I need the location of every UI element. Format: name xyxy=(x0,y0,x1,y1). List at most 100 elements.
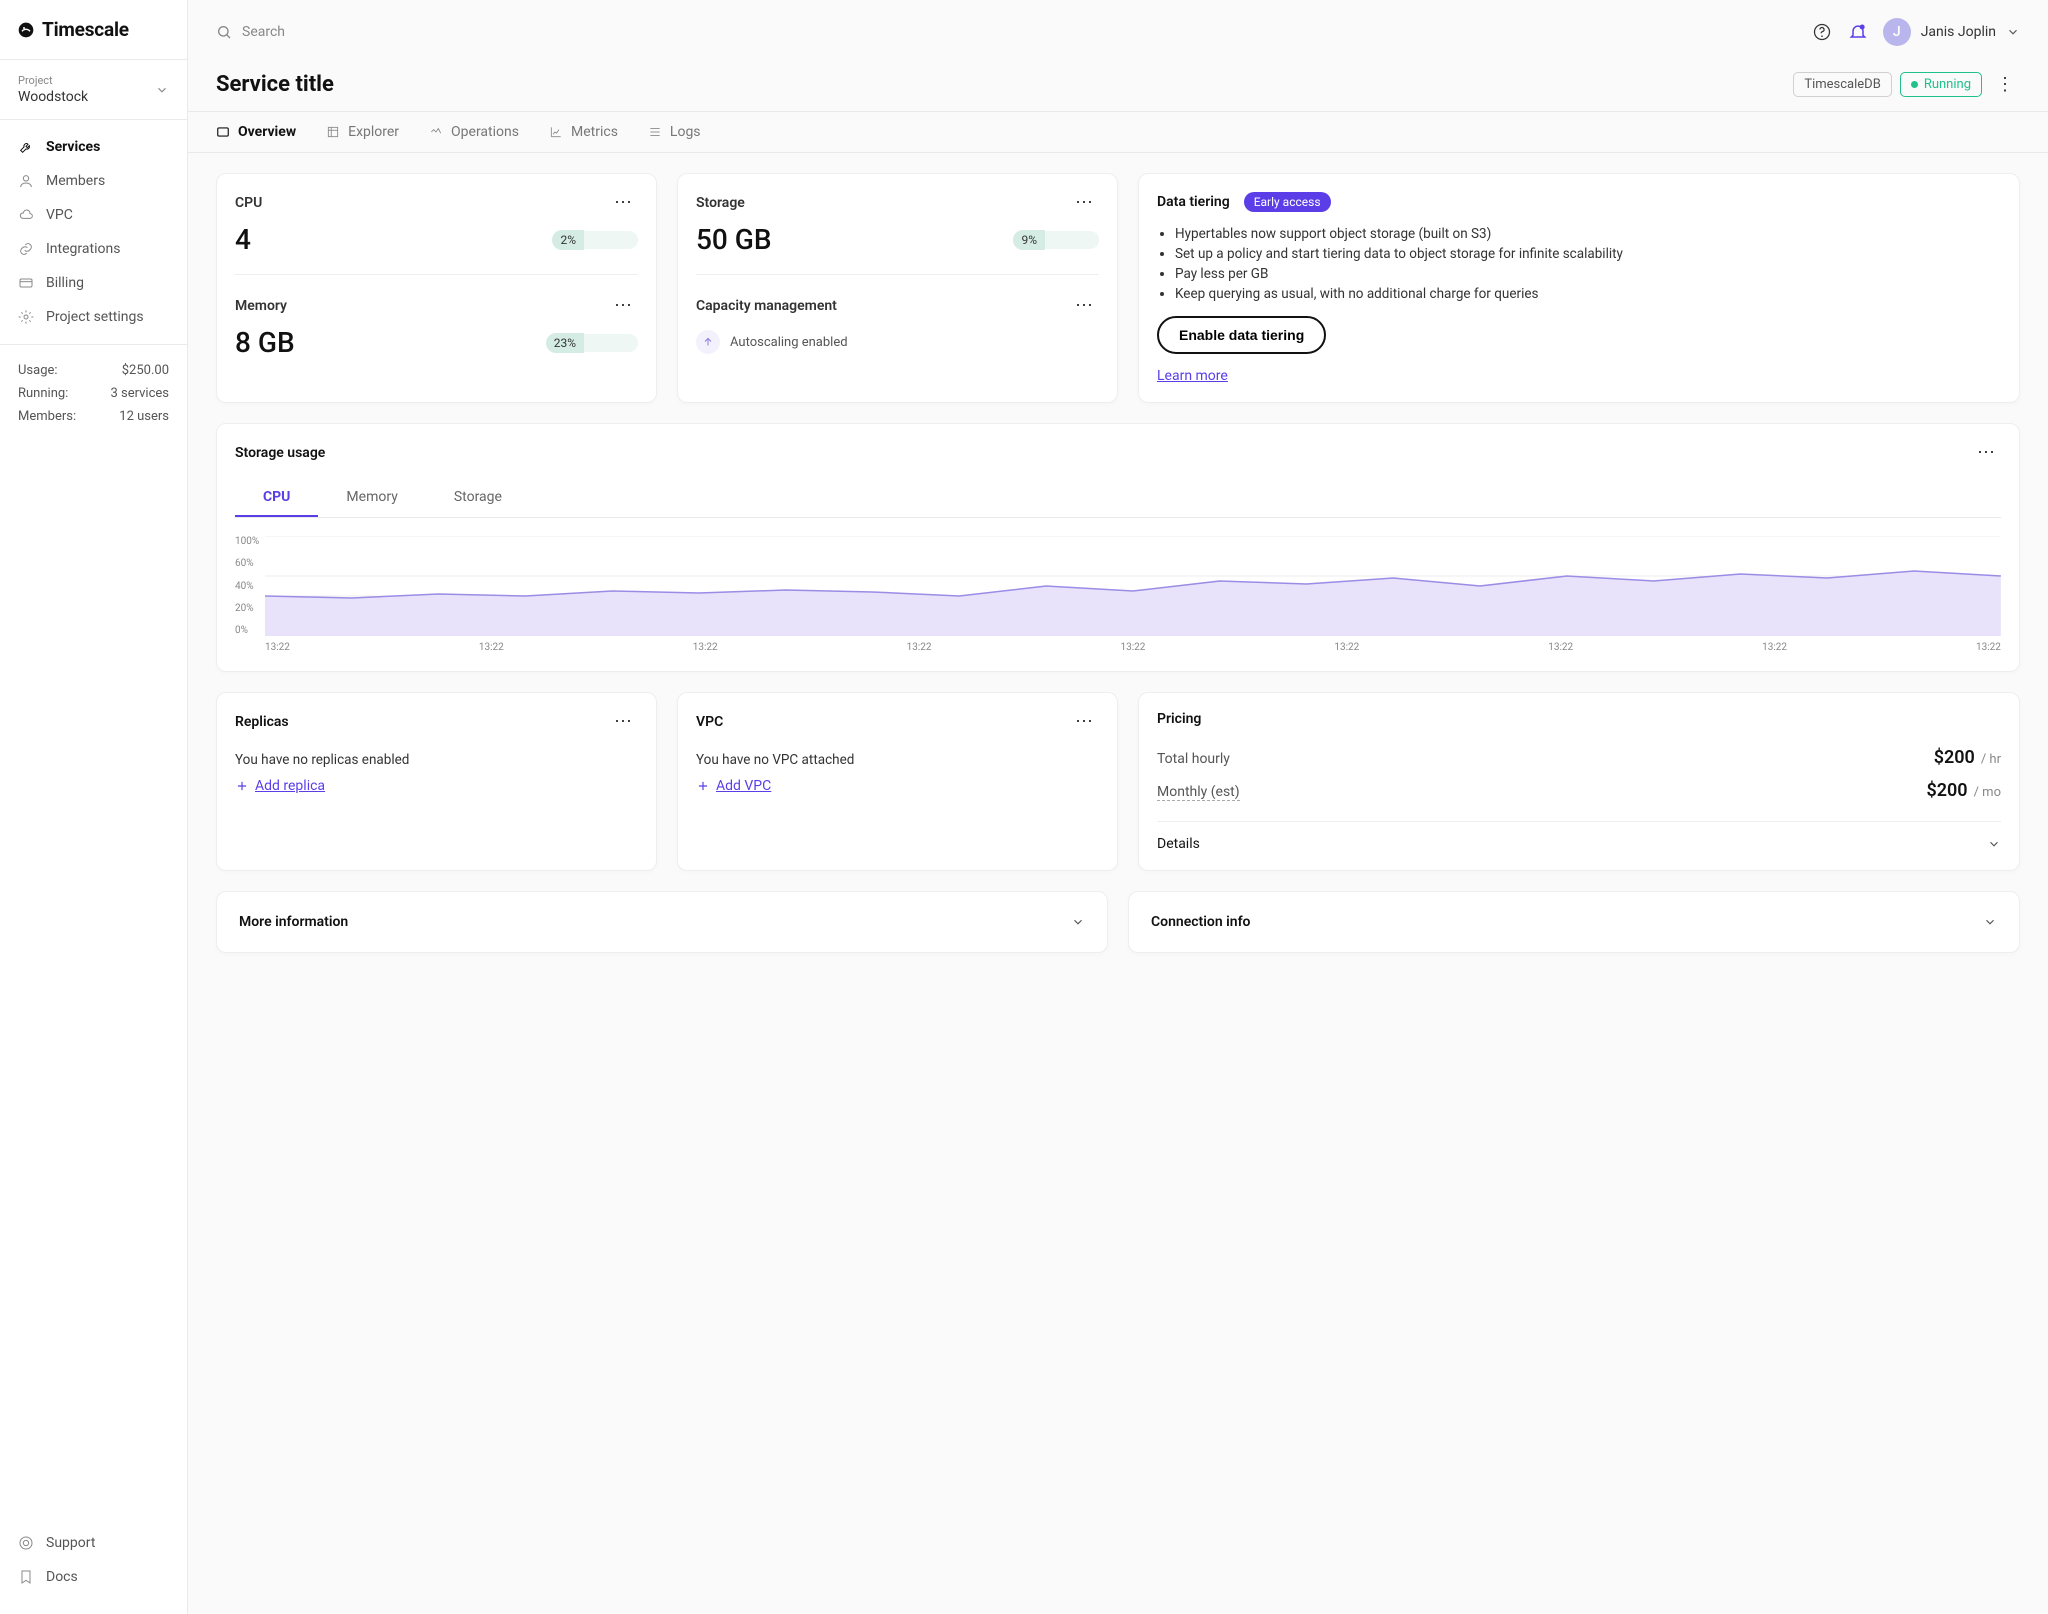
xtick: 13:22 xyxy=(479,642,504,653)
memory-title: Memory xyxy=(235,298,608,314)
details-label: Details xyxy=(1157,836,1987,852)
pricing-monthly-label: Monthly (est) xyxy=(1157,784,1240,801)
replicas-menu-button[interactable]: ⋯ xyxy=(608,711,638,732)
pricing-details-toggle[interactable]: Details xyxy=(1157,821,2001,852)
tiering-title: Data tiering xyxy=(1157,194,1230,210)
db-badge: TimescaleDB xyxy=(1793,72,1891,97)
sidebar-item-project-settings[interactable]: Project settings xyxy=(0,300,187,334)
cpu-menu-button[interactable]: ⋯ xyxy=(608,192,638,213)
capacity-menu-button[interactable]: ⋯ xyxy=(1069,295,1099,316)
chart-tab-storage[interactable]: Storage xyxy=(426,479,530,517)
plus-icon xyxy=(235,779,249,793)
storage-pct: 9% xyxy=(1013,230,1045,250)
running-label: Running: xyxy=(18,386,68,401)
pricing-hourly-label: Total hourly xyxy=(1157,751,1934,767)
user-menu[interactable]: J Janis Joplin xyxy=(1883,18,2020,46)
help-icon xyxy=(1812,22,1832,42)
capacity-title: Capacity management xyxy=(696,298,1069,314)
project-picker[interactable]: Project Woodstock xyxy=(0,60,187,120)
status-dot-icon xyxy=(1911,81,1918,88)
memory-menu-button[interactable]: ⋯ xyxy=(608,295,638,316)
brand-name: Timescale xyxy=(42,18,129,41)
chevron-down-icon xyxy=(1071,915,1085,929)
page-title: Service title xyxy=(216,72,334,97)
xtick: 13:22 xyxy=(265,642,290,653)
xtick: 13:22 xyxy=(693,642,718,653)
card-storage-capacity: Storage ⋯ 50 GB 9% xyxy=(677,173,1118,403)
vpc-menu-button[interactable]: ⋯ xyxy=(1069,711,1099,732)
storage-title: Storage xyxy=(696,195,1069,211)
connection-info-title: Connection info xyxy=(1151,914,1250,930)
storage-usage-title: Storage usage xyxy=(235,445,1971,461)
sidebar-item-label: Support xyxy=(46,1535,95,1551)
status-badge: Running xyxy=(1900,72,1982,97)
add-replica-link[interactable]: Add replica xyxy=(235,778,638,794)
chevron-down-icon xyxy=(1987,837,2001,851)
chevron-down-icon xyxy=(155,83,169,97)
usage-value: $250.00 xyxy=(122,363,169,378)
sidebar-item-services[interactable]: Services xyxy=(0,130,187,164)
xtick: 13:22 xyxy=(1121,642,1146,653)
notifications-button[interactable] xyxy=(1847,21,1869,43)
project-label: Project xyxy=(18,74,88,87)
memory-pct: 23% xyxy=(546,333,584,353)
page-tabs: Overview Explorer Operations Metrics Log… xyxy=(188,112,2048,153)
memory-value: 8 GB xyxy=(235,326,546,359)
tab-metrics[interactable]: Metrics xyxy=(549,112,618,152)
tab-label: Explorer xyxy=(348,124,399,140)
sidebar-item-integrations[interactable]: Integrations xyxy=(0,232,187,266)
usage-label: Usage: xyxy=(18,363,58,378)
sidebar-item-vpc[interactable]: VPC xyxy=(0,198,187,232)
person-icon xyxy=(18,173,34,189)
card-connection-info[interactable]: Connection info xyxy=(1128,891,2020,953)
sidebar-item-label: Integrations xyxy=(46,241,120,257)
vpc-text: You have no VPC attached xyxy=(696,752,1099,768)
sidebar: Timescale Project Woodstock Services Mem… xyxy=(0,0,188,1614)
chart-tab-cpu[interactable]: CPU xyxy=(235,479,318,517)
replicas-title: Replicas xyxy=(235,714,289,730)
search-icon xyxy=(216,24,232,40)
chart-x-axis: 13:2213:2213:2213:2213:2213:2213:2213:22… xyxy=(235,642,2001,653)
sidebar-item-billing[interactable]: Billing xyxy=(0,266,187,300)
ytick: 60% xyxy=(235,558,259,569)
enable-tiering-button[interactable]: Enable data tiering xyxy=(1157,316,1326,354)
storage-usage-menu-button[interactable]: ⋯ xyxy=(1971,442,2001,463)
sidebar-item-docs[interactable]: Docs xyxy=(0,1560,187,1594)
ytick: 20% xyxy=(235,603,259,614)
chevron-down-icon xyxy=(2006,25,2020,39)
sidebar-item-members[interactable]: Members xyxy=(0,164,187,198)
cpu-pct: 2% xyxy=(552,230,584,250)
sidebar-nav: Services Members VPC Integrations Billin… xyxy=(0,120,187,345)
card-more-info[interactable]: More information xyxy=(216,891,1108,953)
operations-icon xyxy=(429,125,443,139)
learn-more-link[interactable]: Learn more xyxy=(1157,368,1228,384)
add-vpc-link[interactable]: Add VPC xyxy=(696,778,1099,794)
memory-usage-bar: 23% xyxy=(546,333,638,353)
tab-overview[interactable]: Overview xyxy=(216,112,296,152)
help-button[interactable] xyxy=(1811,21,1833,43)
user-name: Janis Joplin xyxy=(1921,24,1996,40)
gear-icon xyxy=(18,309,34,325)
chevron-down-icon xyxy=(1983,915,1997,929)
page-menu-button[interactable]: ⋮ xyxy=(1990,74,2020,95)
cloud-icon xyxy=(18,207,34,223)
brand-logo[interactable]: Timescale xyxy=(0,0,187,60)
tab-logs[interactable]: Logs xyxy=(648,112,701,152)
plus-icon xyxy=(696,779,710,793)
xtick: 13:22 xyxy=(907,642,932,653)
search-input[interactable]: Search xyxy=(216,24,285,40)
metrics-icon xyxy=(549,125,563,139)
tiering-bullets: Hypertables now support object storage (… xyxy=(1175,226,2001,302)
storage-menu-button[interactable]: ⋯ xyxy=(1069,192,1099,213)
tab-operations[interactable]: Operations xyxy=(429,112,519,152)
chart-tab-memory[interactable]: Memory xyxy=(318,479,425,517)
card-vpc: VPC ⋯ You have no VPC attached Add VPC xyxy=(677,692,1118,871)
lifebuoy-icon xyxy=(18,1535,34,1551)
xtick: 13:22 xyxy=(1976,642,2001,653)
sidebar-item-support[interactable]: Support xyxy=(0,1526,187,1560)
sidebar-item-label: VPC xyxy=(46,207,73,223)
tiering-bullet: Hypertables now support object storage (… xyxy=(1175,226,2001,242)
ytick: 0% xyxy=(235,625,259,636)
sidebar-item-label: Project settings xyxy=(46,309,144,325)
tab-explorer[interactable]: Explorer xyxy=(326,112,399,152)
